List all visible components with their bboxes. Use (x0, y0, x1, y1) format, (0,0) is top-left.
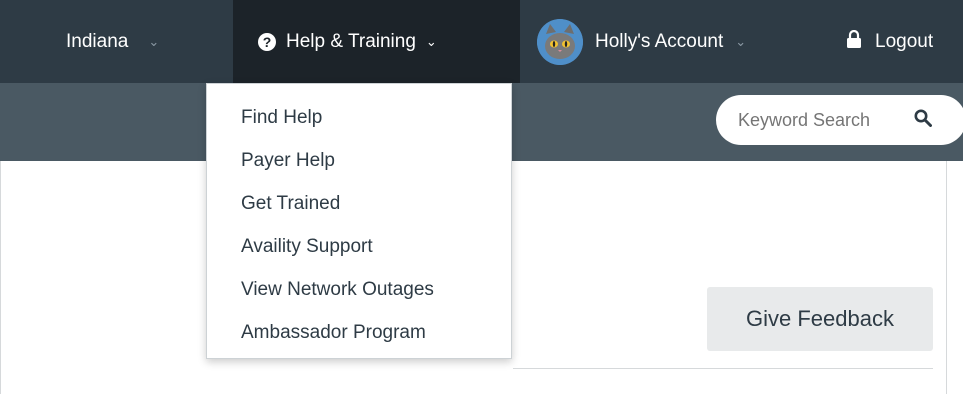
help-training-menu-toggle[interactable]: ? Help & Training ⌄ (258, 0, 437, 83)
menu-item-payer-help[interactable]: Payer Help (207, 139, 511, 182)
search-icon[interactable] (914, 109, 932, 132)
content-right-border (946, 161, 947, 394)
keyword-search[interactable] (716, 95, 963, 145)
state-selector-label: Indiana (66, 30, 129, 52)
chevron-down-icon: ⌄ (735, 33, 747, 49)
search-input[interactable] (736, 108, 910, 132)
account-menu-toggle[interactable]: Holly's Account ⌄ (537, 0, 746, 83)
menu-item-ambassador-program[interactable]: Ambassador Program (207, 311, 511, 354)
menu-item-find-help[interactable]: Find Help (207, 96, 511, 139)
question-circle-icon: ? (258, 32, 276, 51)
content-divider (513, 368, 933, 369)
logout-link[interactable]: Logout (847, 0, 933, 83)
menu-item-view-network-outages[interactable]: View Network Outages (207, 268, 511, 311)
chevron-down-icon: ⌄ (425, 33, 437, 49)
account-label: Holly's Account (595, 30, 724, 52)
help-training-dropdown: Find Help Payer Help Get Trained Availit… (206, 83, 512, 359)
menu-item-availity-support[interactable]: Availity Support (207, 225, 511, 268)
cat-avatar (537, 18, 583, 65)
help-training-label: Help & Training (286, 30, 416, 52)
chevron-down-icon: ⌄ (148, 33, 160, 49)
give-feedback-button[interactable]: Give Feedback (707, 287, 933, 351)
state-selector[interactable]: Indiana ⌄ (66, 0, 159, 83)
content-left-border (0, 161, 1, 394)
menu-item-get-trained[interactable]: Get Trained (207, 182, 511, 225)
lock-icon (847, 29, 861, 54)
logout-label: Logout (875, 30, 934, 52)
